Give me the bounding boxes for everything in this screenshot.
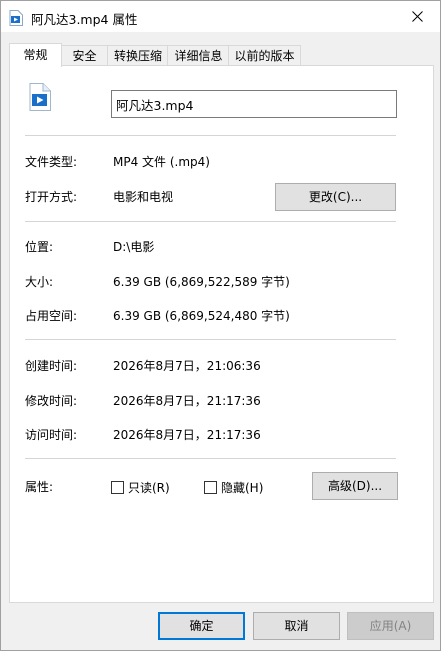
ok-button[interactable]: 确定 xyxy=(158,612,245,640)
divider xyxy=(25,221,396,222)
accessed-label: 访问时间: xyxy=(25,428,78,442)
general-panel: 文件类型: MP4 文件 (.mp4) 打开方式: 电影和电视 更改(C)...… xyxy=(9,65,434,603)
tab-security[interactable]: 安全 xyxy=(60,45,109,66)
divider xyxy=(25,339,396,340)
title-bar[interactable]: 阿凡达3.mp4 属性 xyxy=(1,1,440,32)
change-button[interactable]: 更改(C)... xyxy=(275,183,396,211)
modified-label: 修改时间: xyxy=(25,394,78,408)
video-file-icon xyxy=(29,83,51,111)
checkbox-box[interactable] xyxy=(111,481,124,494)
properties-window: 阿凡达3.mp4 属性 常规 安全 转换压缩 详细信息 以前的版本 文件类型: … xyxy=(0,0,441,651)
size-value: 6.39 GB (6,869,522,589 字节) xyxy=(113,275,290,289)
window-title: 阿凡达3.mp4 属性 xyxy=(31,12,138,27)
created-value: 2026年8月7日，21:06:36 xyxy=(113,359,261,373)
close-button[interactable] xyxy=(394,1,440,32)
tab-details[interactable]: 详细信息 xyxy=(167,45,230,66)
size-label: 大小: xyxy=(25,275,54,289)
divider xyxy=(25,135,396,136)
opens-with-value: 电影和电视 xyxy=(113,190,174,204)
cancel-button[interactable]: 取消 xyxy=(253,612,340,640)
filename-field[interactable] xyxy=(111,90,397,118)
tab-previous-versions[interactable]: 以前的版本 xyxy=(228,45,301,66)
tab-general[interactable]: 常规 xyxy=(9,43,62,67)
modified-value: 2026年8月7日，21:17:36 xyxy=(113,394,261,408)
hidden-checkbox[interactable]: 隐藏(H) xyxy=(204,479,263,496)
attributes-label: 属性: xyxy=(25,480,54,494)
divider xyxy=(25,458,396,459)
created-label: 创建时间: xyxy=(25,359,78,373)
accessed-value: 2026年8月7日，21:17:36 xyxy=(113,428,261,442)
advanced-button[interactable]: 高级(D)... xyxy=(312,472,398,500)
location-label: 位置: xyxy=(25,240,54,254)
tab-compression[interactable]: 转换压缩 xyxy=(107,45,169,66)
checkbox-box[interactable] xyxy=(204,481,217,494)
file-type-label: 文件类型: xyxy=(25,155,78,169)
location-value: D:\电影 xyxy=(113,240,155,254)
size-on-disk-value: 6.39 GB (6,869,524,480 字节) xyxy=(113,309,290,323)
readonly-label: 只读(R) xyxy=(128,481,170,495)
apply-button[interactable]: 应用(A) xyxy=(347,612,434,640)
opens-with-label: 打开方式: xyxy=(25,190,78,204)
size-on-disk-label: 占用空间: xyxy=(25,309,78,323)
hidden-label: 隐藏(H) xyxy=(221,481,264,495)
file-type-value: MP4 文件 (.mp4) xyxy=(113,155,210,169)
close-icon xyxy=(411,11,423,22)
readonly-checkbox[interactable]: 只读(R) xyxy=(111,479,170,496)
video-file-icon xyxy=(9,10,23,26)
